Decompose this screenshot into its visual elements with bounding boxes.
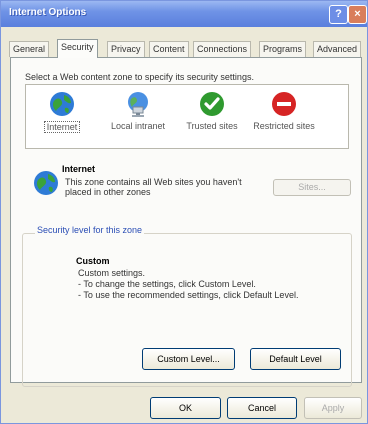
selected-zone-title: Internet <box>62 164 96 174</box>
tab-security[interactable]: Security <box>57 39 98 58</box>
security-level-title: Custom <box>76 256 110 266</box>
restricted-icon <box>272 92 296 116</box>
level-line: - To change the settings, click Custom L… <box>78 279 256 289</box>
title-bar[interactable]: Internet Options ? × <box>1 1 367 27</box>
zone-label: Restricted sites <box>253 121 315 131</box>
zone-label: Trusted sites <box>186 121 238 131</box>
security-level-description: Custom settings. - To change the setting… <box>78 268 298 301</box>
close-button[interactable]: × <box>348 5 367 24</box>
apply-button[interactable]: Apply <box>304 397 362 419</box>
tab-advanced[interactable]: Advanced <box>313 41 362 57</box>
window-title: Internet Options <box>9 7 87 18</box>
help-button[interactable]: ? <box>329 5 348 24</box>
zone-list: Internet Local intranet Trusted sites Re… <box>25 84 349 149</box>
globe-icon <box>50 92 74 116</box>
zone-label: Internet <box>43 121 81 133</box>
default-level-button[interactable]: Default Level <box>250 348 341 370</box>
tab-connections[interactable]: Connections <box>193 41 252 57</box>
security-tab-panel: Select a Web content zone to specify its… <box>10 57 362 387</box>
network-icon <box>128 92 148 117</box>
security-level-group-label: Security level for this zone <box>35 225 145 235</box>
custom-level-button[interactable]: Custom Level... <box>142 348 235 370</box>
zone-internet[interactable]: Internet <box>30 91 94 147</box>
check-icon <box>200 92 224 116</box>
selected-zone-description: This zone contains all Web sites you hav… <box>65 177 242 197</box>
zone-instruction: Select a Web content zone to specify its… <box>25 72 254 82</box>
ok-button[interactable]: OK <box>150 397 221 419</box>
tab-general[interactable]: General <box>9 41 50 57</box>
level-line: Custom settings. <box>78 268 146 278</box>
zone-restricted-sites[interactable]: Restricted sites <box>252 91 316 147</box>
tab-strip: General Security Privacy Content Connect… <box>9 39 367 58</box>
tab-programs[interactable]: Programs <box>259 41 307 57</box>
zone-trusted-sites[interactable]: Trusted sites <box>180 91 244 147</box>
zone-local-intranet[interactable]: Local intranet <box>106 91 170 147</box>
cancel-button[interactable]: Cancel <box>227 397 297 419</box>
zone-label: Local intranet <box>110 121 166 131</box>
tab-content[interactable]: Content <box>149 41 189 57</box>
level-line: - To use the recommended settings, click… <box>78 290 299 300</box>
sites-button[interactable]: Sites... <box>273 179 351 196</box>
internet-options-window: Internet Options ? × General Security Pr… <box>0 0 368 424</box>
selected-zone-globe-icon <box>34 171 58 195</box>
tab-privacy[interactable]: Privacy <box>107 41 145 57</box>
